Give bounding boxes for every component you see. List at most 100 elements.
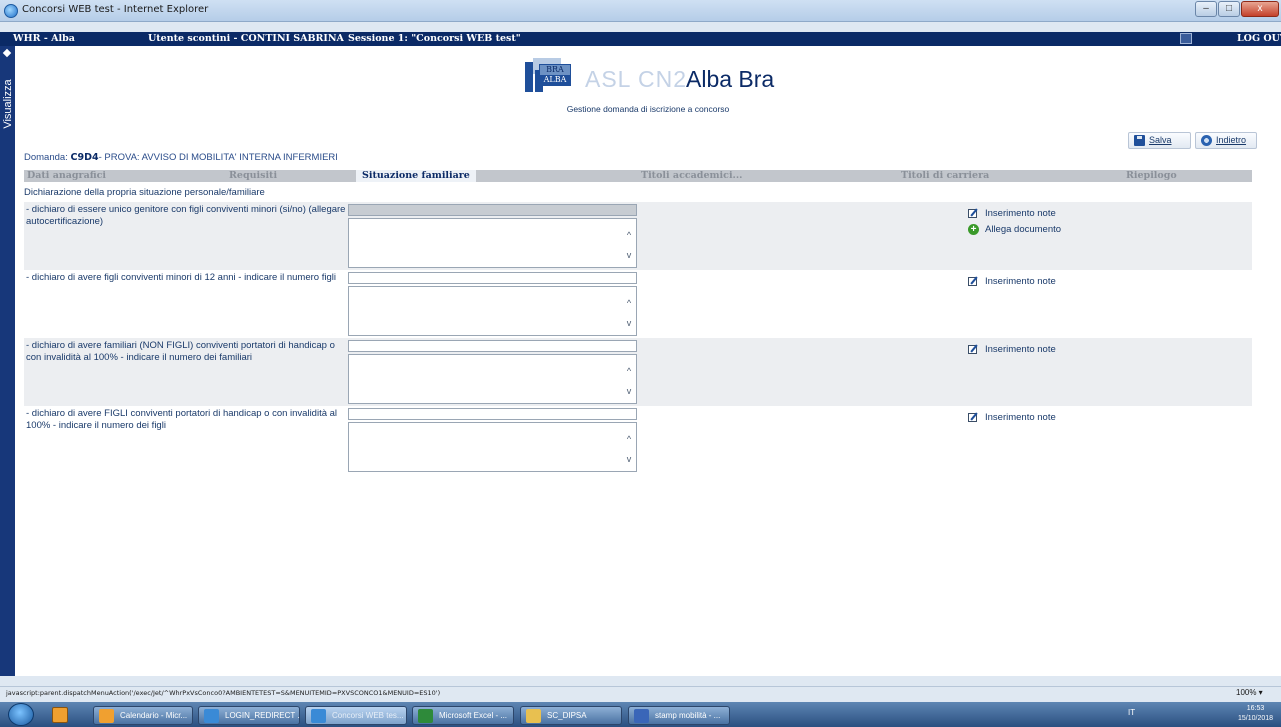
window-controls: – □ x: [1194, 1, 1279, 17]
edit-pen-icon: [968, 413, 977, 422]
word-icon: [634, 709, 649, 723]
insert-notes-label: Inserimento note: [985, 412, 1056, 423]
taskbar-item-word[interactable]: stamp mobilità - ...: [628, 706, 730, 725]
insert-notes-link[interactable]: Inserimento note: [968, 412, 1056, 423]
notes-textarea[interactable]: ^ v: [348, 354, 637, 404]
answer-input[interactable]: [348, 340, 637, 352]
scroll-down-icon[interactable]: v: [624, 386, 634, 396]
save-label: Salva: [1149, 135, 1172, 145]
diamond-arrow-icon: [2, 48, 12, 58]
main-content: BRA ALBA ASL CN2 Alba Bra Gestione doman…: [15, 46, 1281, 676]
logo-bottom-text: ALBA: [540, 75, 570, 85]
visualizza-side-tab[interactable]: Visualizza: [0, 46, 15, 676]
quick-launch-icon[interactable]: [52, 707, 68, 723]
logo-top-text: BRA: [540, 65, 570, 75]
tab-riepilogo[interactable]: Riepilogo: [1126, 170, 1177, 181]
taskbar-item-login[interactable]: LOGIN_REDIRECT ...: [198, 706, 300, 725]
back-label: Indietro: [1216, 135, 1247, 145]
question-row: - dichiaro di essere unico genitore con …: [24, 202, 1252, 270]
insert-notes-label: Inserimento note: [985, 276, 1056, 287]
insert-notes-link[interactable]: Inserimento note: [968, 276, 1056, 287]
question-text: - dichiaro di avere figli conviventi min…: [26, 272, 336, 283]
notes-textarea[interactable]: ^ v: [348, 286, 637, 336]
notes-textarea[interactable]: ^ v: [348, 218, 637, 268]
scroll-up-icon[interactable]: ^: [624, 434, 634, 444]
question-text: - dichiaro di avere familiari (NON FIGLI…: [26, 340, 335, 363]
back-arrow-icon: [1201, 135, 1212, 146]
insert-notes-label: Inserimento note: [985, 208, 1056, 219]
minimize-button[interactable]: –: [1195, 1, 1217, 17]
scroll-down-icon[interactable]: v: [624, 454, 634, 464]
green-plus-icon: +: [968, 224, 979, 235]
browser-frame: [0, 22, 1281, 32]
logo-asl-text: ASL CN2: [585, 66, 688, 92]
scroll-up-icon[interactable]: ^: [624, 230, 634, 240]
answer-input[interactable]: [348, 272, 637, 284]
ie-icon: [311, 709, 326, 723]
section-title: Dichiarazione della propria situazione p…: [24, 187, 265, 198]
tab-requisiti[interactable]: Requisiti: [229, 170, 277, 181]
scroll-down-icon[interactable]: v: [624, 318, 634, 328]
status-url: javascript:parent.dispatchMenuAction('/e…: [6, 689, 441, 697]
back-button[interactable]: Indietro: [1195, 132, 1257, 149]
page-subtitle: Gestione domanda di iscrizione a concors…: [566, 104, 730, 114]
scroll-up-icon[interactable]: ^: [624, 298, 634, 308]
logo-city-text: Alba Bra: [686, 66, 775, 92]
edit-pen-icon: [968, 277, 977, 286]
taskbar-item-concorsi[interactable]: Concorsi WEB tes...: [305, 706, 407, 725]
clock-time: 16:53: [1246, 705, 1265, 712]
calculator-icon[interactable]: [1180, 33, 1192, 44]
edit-pen-icon: [968, 209, 977, 218]
language-indicator[interactable]: IT: [1128, 708, 1135, 717]
tab-bar: Dati anagrafici Requisiti Situazione fam…: [24, 170, 1252, 182]
excel-icon: [418, 709, 433, 723]
attach-document-link[interactable]: + Allega documento: [968, 224, 1061, 235]
windows-taskbar: Calendario - Micr... LOGIN_REDIRECT ... …: [0, 702, 1281, 727]
domanda-code: C9D4: [70, 152, 99, 163]
edit-pen-icon: [968, 345, 977, 354]
taskbar-item-excel[interactable]: Microsoft Excel - ...: [412, 706, 514, 725]
question-text: - dichiaro di essere unico genitore con …: [26, 204, 346, 227]
tab-titoli-accademici[interactable]: Titoli accademici...: [641, 170, 742, 181]
maximize-button[interactable]: □: [1218, 1, 1240, 17]
insert-notes-link[interactable]: Inserimento note: [968, 208, 1056, 219]
session-info: Sessione 1: "Concorsi WEB test": [348, 33, 521, 44]
app-name: WHR - Alba: [13, 33, 75, 44]
answer-input[interactable]: [348, 408, 637, 420]
taskbar-clock[interactable]: 16:53 15/10/2018: [1238, 704, 1273, 724]
tab-situazione-familiare[interactable]: Situazione familiare: [356, 170, 476, 182]
taskbar-item-folder[interactable]: SC_DIPSA: [520, 706, 622, 725]
folder-icon: [526, 709, 541, 723]
scroll-up-icon[interactable]: ^: [624, 366, 634, 376]
start-button[interactable]: [8, 703, 34, 726]
outlook-icon: [99, 709, 114, 723]
insert-notes-label: Inserimento note: [985, 344, 1056, 355]
domanda-prefix: Domanda:: [24, 152, 68, 163]
logo-tag: BRA ALBA: [539, 64, 571, 86]
answer-input[interactable]: [348, 204, 637, 216]
browser-titlebar: Concorsi WEB test - Internet Explorer – …: [0, 0, 1281, 22]
notes-textarea[interactable]: ^ v: [348, 422, 637, 472]
side-tab-label: Visualizza: [2, 79, 14, 129]
window-title: Concorsi WEB test - Internet Explorer: [22, 4, 209, 15]
attach-document-label: Allega documento: [985, 224, 1062, 235]
save-button[interactable]: Salva: [1128, 132, 1191, 149]
taskbar-item-calendario[interactable]: Calendario - Micr...: [93, 706, 193, 725]
internet-explorer-icon: [4, 4, 18, 18]
user-info: Utente scontini - CONTINI SABRINA: [148, 33, 344, 44]
tab-titoli-carriera[interactable]: Titoli di carriera: [901, 170, 989, 181]
domanda-heading: Domanda: C9D4- PROVA: AVVISO DI MOBILITA…: [24, 152, 338, 163]
question-row: - dichiaro di avere figli conviventi min…: [24, 270, 1252, 338]
question-row: - dichiaro di avere familiari (NON FIGLI…: [24, 338, 1252, 406]
app-header-bar: WHR - Alba Utente scontini - CONTINI SAB…: [0, 32, 1281, 46]
floppy-disk-icon: [1134, 135, 1145, 146]
close-button[interactable]: x: [1241, 1, 1279, 17]
insert-notes-link[interactable]: Inserimento note: [968, 344, 1056, 355]
zoom-control[interactable]: 100% ▾: [1236, 688, 1263, 697]
logout-link[interactable]: LOG OUT: [1237, 33, 1281, 44]
domanda-title: - PROVA: AVVISO DI MOBILITA' INTERNA INF…: [98, 152, 338, 163]
scroll-down-icon[interactable]: v: [624, 250, 634, 260]
ie-icon: [204, 709, 219, 723]
browser-status-bar: javascript:parent.dispatchMenuAction('/e…: [0, 686, 1281, 700]
tab-dati-anagrafici[interactable]: Dati anagrafici: [27, 170, 106, 181]
